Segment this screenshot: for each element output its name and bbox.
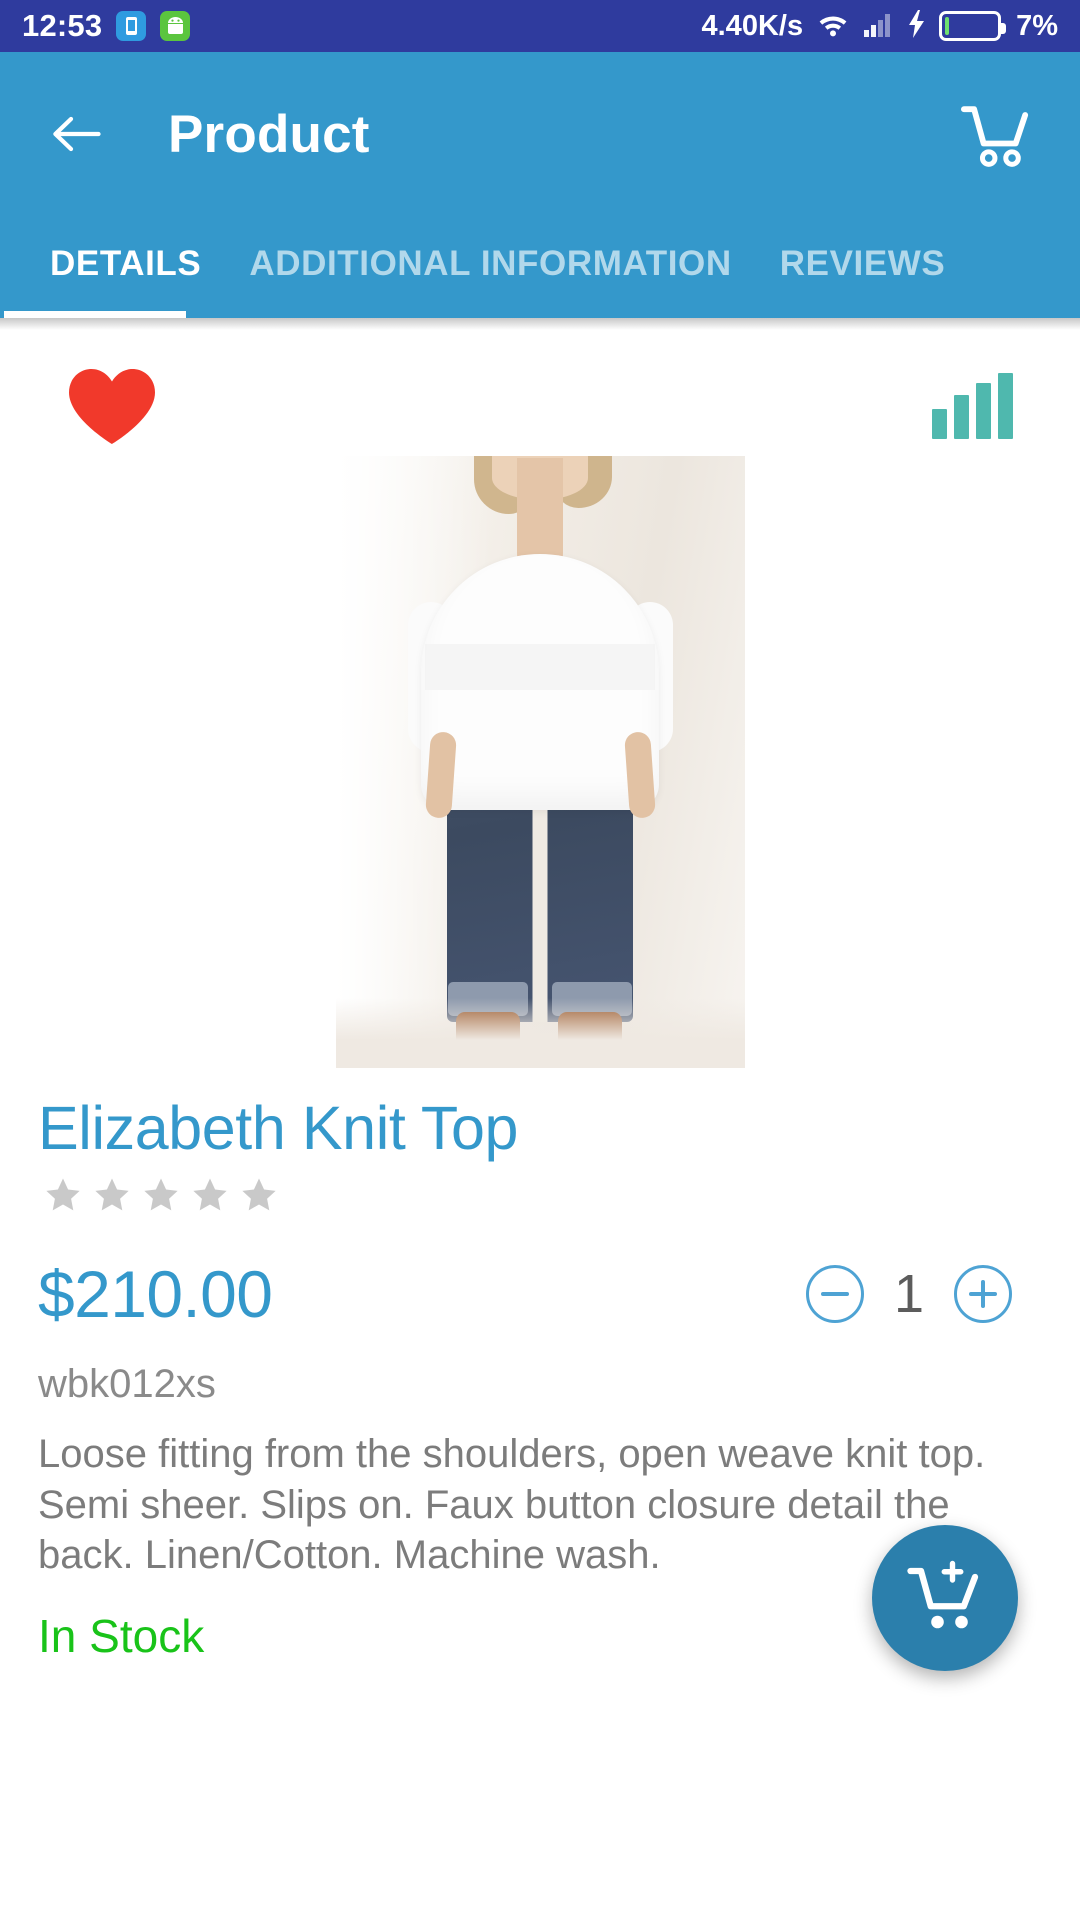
product-price: $210.00 [38, 1256, 273, 1331]
star-icon[interactable] [93, 1176, 131, 1214]
price-and-quantity-row: $210.00 1 [38, 1256, 1042, 1332]
battery-percent-label: 7% [1016, 9, 1058, 42]
product-details-content: Elizabeth Knit Top $210.00 1 wbk012xs Lo… [0, 330, 1080, 1672]
star-icon[interactable] [191, 1176, 229, 1214]
star-icon[interactable] [142, 1176, 180, 1214]
shopping-cart-icon[interactable] [958, 99, 1034, 169]
quantity-decrement-button[interactable] [806, 1264, 864, 1323]
product-action-row [0, 330, 1080, 448]
tab-reviews[interactable]: REVIEWS [756, 244, 970, 318]
status-bar-clock: 12:53 [22, 8, 103, 43]
product-title: Elizabeth Knit Top [38, 1094, 518, 1162]
tab-additional-information[interactable]: ADDITIONAL INFORMATION [225, 244, 755, 318]
app-bar-top-row: Product [0, 58, 1080, 210]
rating-stars[interactable] [38, 1176, 1042, 1214]
add-to-cart-fab[interactable] [872, 1525, 1018, 1672]
status-bar-right: 4.40K/s 7% [701, 9, 1058, 44]
app-bar-shadow [0, 318, 1080, 330]
status-bar: 12:53 4.40K/s 7% [0, 0, 1080, 52]
charging-bolt-icon [906, 9, 926, 44]
star-icon[interactable] [240, 1176, 278, 1214]
wifi-icon [816, 10, 850, 43]
star-icon[interactable] [44, 1176, 82, 1214]
add-to-cart-icon [907, 1561, 979, 1629]
product-sku: wbk012xs [38, 1361, 216, 1406]
product-image[interactable] [335, 456, 745, 1068]
tab-details[interactable]: DETAILS [26, 244, 225, 318]
back-arrow-icon[interactable] [46, 104, 106, 164]
heart-icon[interactable] [66, 366, 158, 446]
tab-bar: DETAILS ADDITIONAL INFORMATION REVIEWS [0, 210, 1080, 318]
quantity-value: 1 [893, 1263, 925, 1324]
app-bar: Product DETAILS ADDITIONAL INFORMATION R… [0, 52, 1080, 318]
active-tab-indicator [4, 311, 186, 318]
cellular-signal-icon [863, 10, 893, 43]
app-icon-android-green [160, 11, 191, 41]
network-speed-label: 4.40K/s [701, 9, 804, 42]
quantity-increment-button[interactable] [954, 1264, 1012, 1323]
status-bar-left: 12:53 [22, 8, 191, 44]
bar-chart-icon[interactable] [932, 373, 1014, 439]
battery-icon [939, 11, 1007, 41]
quantity-stepper: 1 [806, 1263, 1042, 1325]
page-title: Product [168, 104, 370, 164]
app-icon-blue [116, 11, 147, 41]
product-image-container [0, 456, 1080, 1068]
